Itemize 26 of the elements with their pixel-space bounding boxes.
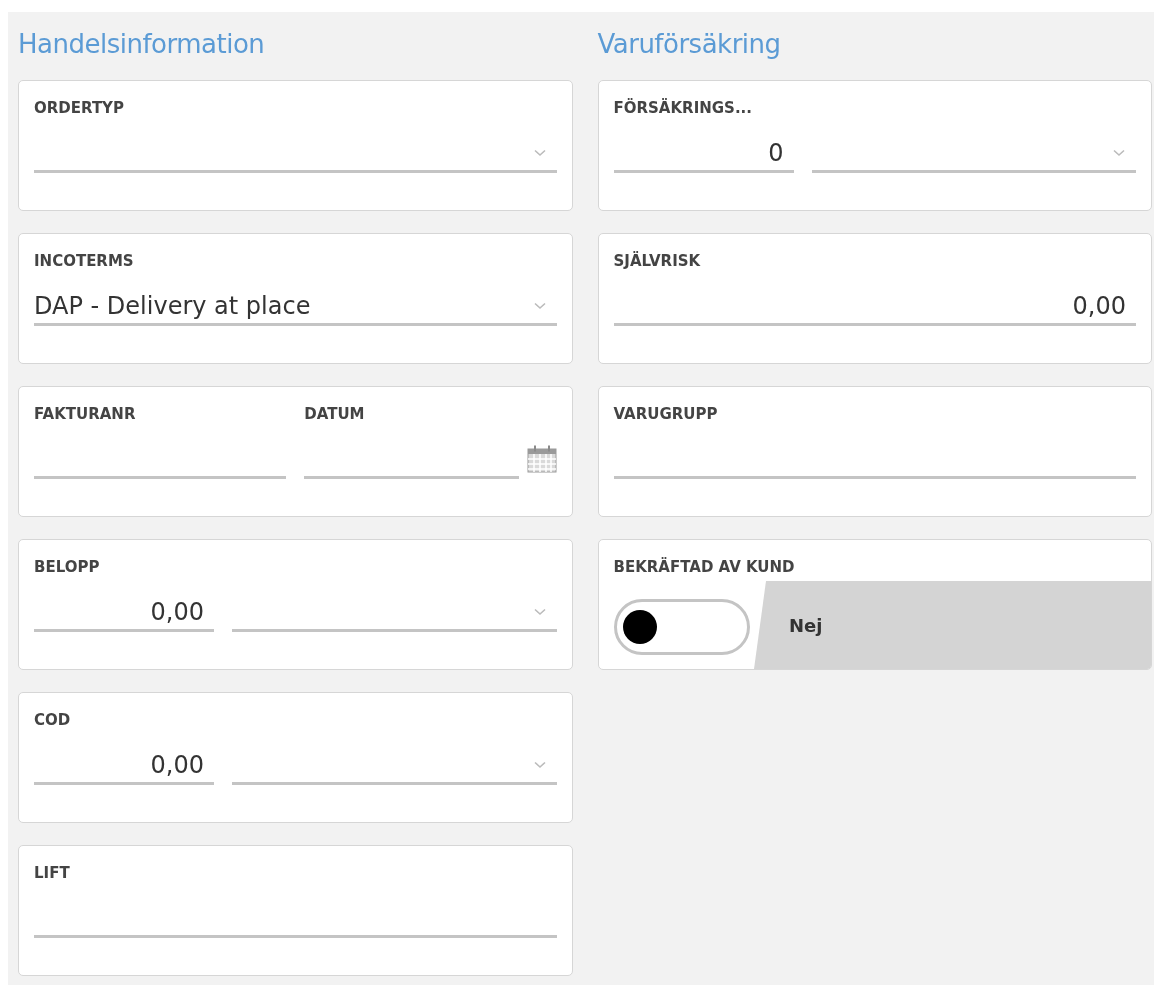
chevron-down-icon [532,607,547,616]
field-label: FÖRSÄKRINGS... [613,97,753,119]
field-label: ORDERTYP [34,98,125,119]
chevron-down-icon [532,301,547,310]
section-heading: Varuförsäkring [597,28,782,61]
section-heading: Handelsinformation [18,28,266,61]
chevron-down-icon [532,148,547,157]
field-label: SJÄLVRISK [613,250,702,272]
field-label: COD [34,710,72,731]
field-label: DATUM [304,404,366,425]
toggle-status: Nej [754,581,1151,669]
input-field[interactable]: 0,00 [613,288,1136,326]
field-label: INCOTERMS [34,251,135,272]
field-label: VARUGRUPP [613,404,719,425]
field-label: BELOPP [34,557,101,578]
dropdown-field[interactable]: DAP - Delivery at place [34,288,557,326]
input-field[interactable]: 0,00 [34,594,214,632]
toggle-switch[interactable] [613,599,750,655]
field-label: FAKTURANR [34,404,137,425]
chevron-down-icon [1112,148,1126,157]
field-label: BEKRÄFTAD AV KUND [613,556,795,578]
chevron-down-icon [532,760,547,769]
field-label: LIFT [34,863,71,884]
input-field[interactable]: 0 [613,135,794,173]
calendar-icon[interactable] [526,445,557,473]
input-field[interactable]: 0,00 [34,747,214,785]
